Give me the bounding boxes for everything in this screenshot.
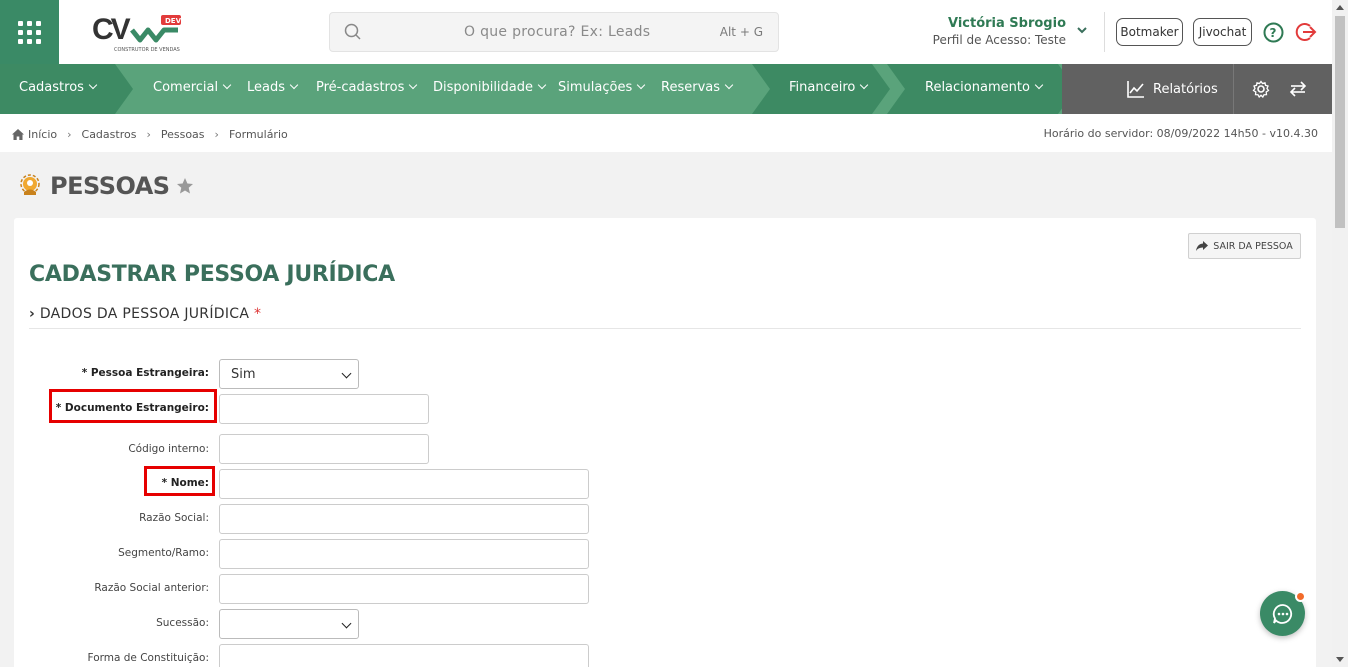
chart-line-icon xyxy=(1127,81,1144,98)
header-divider xyxy=(1104,12,1105,52)
help-icon[interactable]: ? xyxy=(1263,22,1284,43)
nav-item-financeiro[interactable]: Financeiro xyxy=(789,80,869,95)
chevron-down-icon xyxy=(1034,80,1044,90)
breadcrumb-formulario: Formulário xyxy=(228,128,288,141)
cv-logo-icon: CV DEV CONSTRUTOR DE VENDAS xyxy=(92,13,182,53)
home-icon xyxy=(12,129,24,140)
share-arrow-icon xyxy=(1196,241,1209,251)
section-divider xyxy=(29,328,1301,329)
search-icon xyxy=(344,23,361,40)
top-header: CV DEV CONSTRUTOR DE VENDAS O que procur… xyxy=(0,0,1332,64)
user-name: Victória Sbrogio xyxy=(947,16,1066,31)
chevron-right-icon: › xyxy=(29,306,36,322)
pessoa-estrangeira-select[interactable]: Sim xyxy=(219,359,359,389)
scrollbar-thumb[interactable] xyxy=(1335,16,1345,228)
exit-person-button[interactable]: SAIR DA PESSOA xyxy=(1188,233,1301,259)
segmento-input[interactable] xyxy=(219,539,589,569)
nav-item-simulacoes[interactable]: Simulações xyxy=(558,80,646,95)
chevron-down-icon xyxy=(636,80,646,90)
breadcrumb-cadastros[interactable]: Cadastros xyxy=(82,128,137,141)
scroll-down-icon[interactable] xyxy=(1336,657,1344,662)
nav-item-disponibilidade[interactable]: Disponibilidade xyxy=(433,80,547,95)
nav-item-cadastros[interactable]: Cadastros xyxy=(19,80,98,95)
logo[interactable]: CV DEV CONSTRUTOR DE VENDAS xyxy=(92,12,188,54)
search-shortcut: Alt + G xyxy=(719,25,763,39)
sucessao-select[interactable] xyxy=(219,609,359,639)
svg-text:DEV: DEV xyxy=(165,17,182,25)
logout-icon[interactable] xyxy=(1295,21,1317,43)
nav-item-reservas[interactable]: Reservas xyxy=(661,80,734,95)
razao-social-anterior-input[interactable] xyxy=(219,574,589,604)
nav-item-comercial[interactable]: Comercial xyxy=(153,80,232,95)
chevron-down-icon xyxy=(860,80,869,90)
chevron-down-icon xyxy=(537,80,547,90)
botmaker-button[interactable]: Botmaker xyxy=(1116,18,1183,46)
search-placeholder: O que procura? Ex: Leads xyxy=(464,24,651,40)
forma-constituicao-input[interactable] xyxy=(219,644,589,667)
chevron-down-icon[interactable] xyxy=(1076,26,1088,36)
highlight-box xyxy=(49,389,217,423)
label-sucessao: Sucessão: xyxy=(156,617,209,629)
breadcrumb-bar: Início › Cadastros › Pessoas › Formulári… xyxy=(0,114,1332,152)
chat-button[interactable] xyxy=(1260,591,1306,636)
user-menu[interactable]: Victória Sbrogio Perfil de Acesso: Teste xyxy=(933,16,1066,48)
chevron-right-icon: › xyxy=(67,128,72,141)
svg-text:?: ? xyxy=(1270,26,1277,40)
swap-icon[interactable] xyxy=(1289,81,1307,97)
svg-text:CONSTRUTOR DE VENDAS: CONSTRUTOR DE VENDAS xyxy=(114,47,180,53)
gear-icon[interactable] xyxy=(1252,80,1270,98)
label-razao-social-anterior: Razão Social anterior: xyxy=(94,582,209,594)
star-icon[interactable] xyxy=(176,177,194,195)
section-header[interactable]: › DADOS DA PESSOA JURÍDICA * xyxy=(29,306,261,322)
page-title: PESSOAS xyxy=(50,172,170,200)
razao-social-input[interactable] xyxy=(219,504,589,534)
scrollbar[interactable] xyxy=(1332,0,1348,667)
section-title: DADOS DA PESSOA JURÍDICA xyxy=(39,306,250,322)
chevron-down-icon xyxy=(289,80,299,90)
breadcrumb: Início › Cadastros › Pessoas › Formulári… xyxy=(12,128,288,141)
search-input[interactable]: O que procura? Ex: Leads Alt + G xyxy=(329,12,779,52)
scroll-up-icon[interactable] xyxy=(1336,5,1344,10)
label-codigo-interno: Código interno: xyxy=(128,443,209,455)
label-pessoa-estrangeira: * Pessoa Estrangeira: xyxy=(81,367,209,379)
chevron-down-icon xyxy=(88,80,98,90)
grid-icon xyxy=(18,20,41,44)
nav-item-relatorios[interactable]: Relatórios xyxy=(1127,80,1218,98)
breadcrumb-pessoas[interactable]: Pessoas xyxy=(161,128,205,141)
label-segmento: Segmento/Ramo: xyxy=(118,547,209,559)
apps-grid-button[interactable] xyxy=(0,0,59,64)
user-profile: Perfil de Acesso: Teste xyxy=(932,33,1066,47)
people-module-icon xyxy=(20,174,40,195)
chevron-right-icon: › xyxy=(146,128,151,141)
chevron-right-icon: › xyxy=(214,128,219,141)
codigo-interno-input[interactable] xyxy=(219,434,429,464)
chevron-down-icon xyxy=(222,80,232,90)
breadcrumb-home[interactable]: Início xyxy=(28,128,57,141)
chat-bubble-icon xyxy=(1272,603,1292,624)
nome-input[interactable] xyxy=(219,469,589,499)
label-razao-social: Razão Social: xyxy=(139,512,209,524)
nav-tools: Relatórios xyxy=(1062,64,1332,114)
chevron-down-icon xyxy=(724,80,734,90)
nav-item-pre-cadastros[interactable]: Pré-cadastros xyxy=(316,80,418,95)
jivochat-button[interactable]: Jivochat xyxy=(1193,18,1252,46)
nav-item-relacionamento[interactable]: Relacionamento xyxy=(925,80,1044,95)
server-time: Horário do servidor: 08/09/2022 14h50 - … xyxy=(1043,127,1318,140)
label-forma-constituicao: Forma de Constituição: xyxy=(87,652,209,664)
chevron-down-icon xyxy=(341,368,352,379)
page-header: PESSOAS xyxy=(18,172,194,200)
notification-dot xyxy=(1295,591,1306,602)
nav-divider xyxy=(1233,64,1234,114)
documento-estrangeiro-input[interactable] xyxy=(219,394,429,424)
highlight-box xyxy=(144,466,215,496)
form-title: CADASTRAR PESSOA JURÍDICA xyxy=(29,262,395,287)
chevron-down-icon xyxy=(409,80,418,90)
required-marker: * xyxy=(253,306,262,322)
nav-item-leads[interactable]: Leads xyxy=(247,80,299,95)
svg-text:CV: CV xyxy=(92,13,131,46)
chevron-down-icon xyxy=(341,618,352,629)
